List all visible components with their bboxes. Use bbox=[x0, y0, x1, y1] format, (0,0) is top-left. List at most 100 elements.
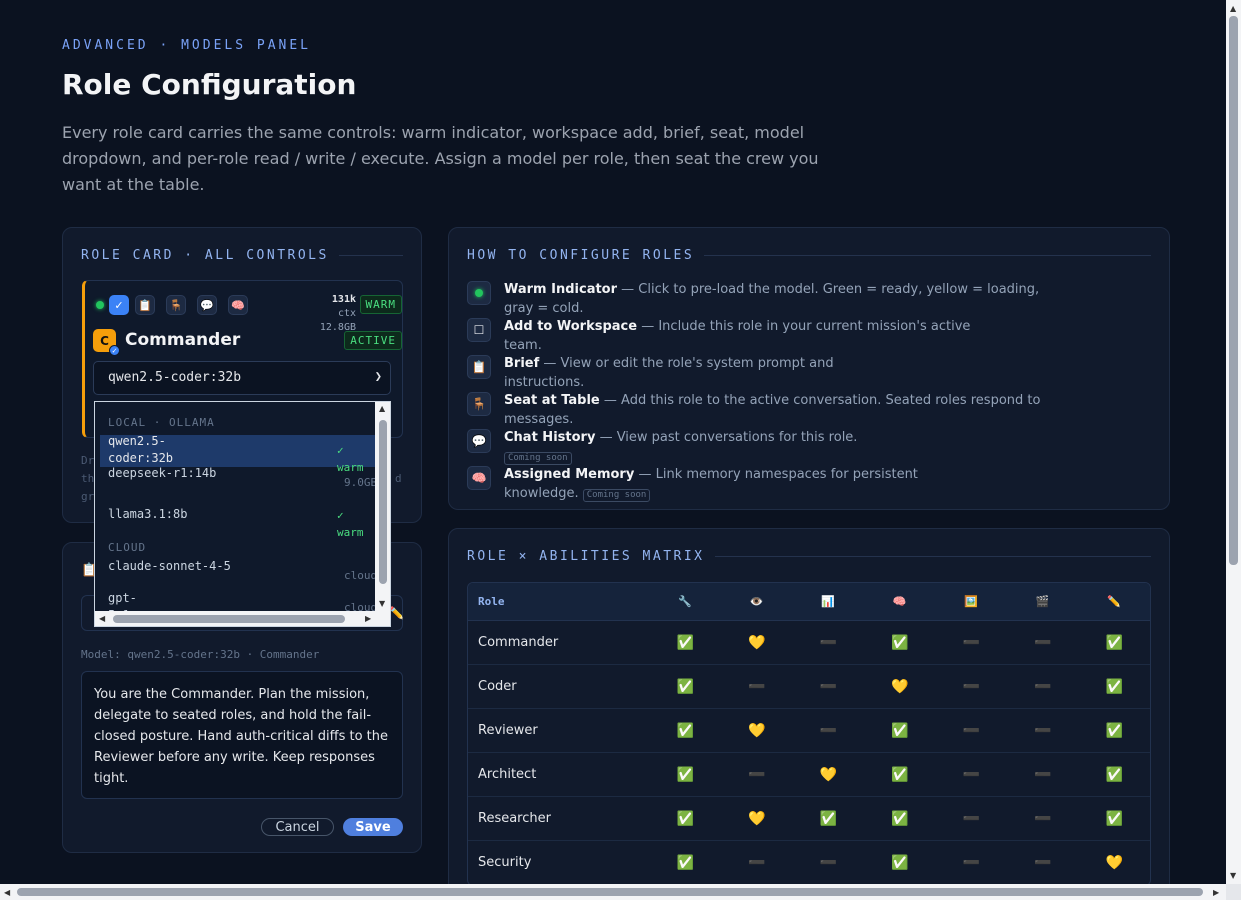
matrix-header-ability-icon: ✏️ bbox=[1107, 595, 1122, 608]
matrix-cell[interactable]: ✅ bbox=[650, 635, 722, 651]
scroll-down-icon[interactable]: ▼ bbox=[1230, 871, 1236, 880]
edit-icon[interactable]: ✏️ bbox=[389, 606, 404, 620]
matrix-cell[interactable]: ➖ bbox=[1007, 723, 1079, 739]
howto-name: Warm Indicator bbox=[504, 282, 618, 297]
howto-text: Assigned Memory — Link memory namespaces… bbox=[504, 465, 957, 503]
matrix-cell[interactable]: ✅ bbox=[864, 767, 936, 783]
matrix-cell[interactable]: ✅ bbox=[864, 811, 936, 827]
matrix-cell[interactable]: ➖ bbox=[1007, 679, 1079, 695]
matrix-cell[interactable]: ✅ bbox=[864, 723, 936, 739]
active-badge: ACTIVE bbox=[344, 331, 402, 350]
matrix-cell[interactable]: ➖ bbox=[1007, 811, 1079, 827]
matrix-cell[interactable]: 💛 bbox=[864, 679, 936, 695]
matrix-cell[interactable]: ➖ bbox=[936, 855, 1008, 871]
scrollbar-thumb[interactable] bbox=[113, 615, 345, 623]
option-llama[interactable]: llama3.1:8b bbox=[108, 506, 308, 523]
scroll-left-icon[interactable]: ◀ bbox=[99, 614, 105, 623]
matrix-cell[interactable]: ✅ bbox=[650, 723, 722, 739]
matrix-row: Researcher ✅ 💛 ✅ ✅ ➖ ➖ ✅ bbox=[468, 797, 1150, 841]
dropdown-vertical-scrollbar[interactable]: ▲ ▼ bbox=[375, 402, 390, 612]
matrix-cell[interactable]: ➖ bbox=[1007, 635, 1079, 651]
chevron-down-icon: ❯ bbox=[374, 369, 382, 383]
chat-history-button[interactable]: 💬 bbox=[197, 295, 217, 315]
brain-icon: 🧠 bbox=[467, 466, 491, 490]
model-select-value: qwen2.5-coder:32b bbox=[108, 370, 242, 385]
matrix-cell[interactable]: ➖ bbox=[793, 855, 865, 871]
warm-indicator-icon bbox=[467, 281, 491, 305]
seat-button[interactable]: 🪑 bbox=[166, 295, 186, 315]
dropdown-horizontal-scrollbar[interactable]: ◀ ▶ bbox=[95, 611, 376, 626]
matrix-cell[interactable]: ✅ bbox=[864, 855, 936, 871]
model-select[interactable]: qwen2.5-coder:32b ❯ bbox=[93, 361, 391, 395]
memory-button[interactable]: 🧠 bbox=[228, 295, 248, 315]
matrix-header-role: Role bbox=[478, 595, 505, 608]
matrix-cell[interactable]: ✅ bbox=[1079, 635, 1150, 651]
option-gpt[interactable]: gpt-5.1 bbox=[108, 590, 148, 612]
matrix-cell[interactable]: 💛 bbox=[721, 811, 793, 827]
matrix-cell[interactable]: 💛 bbox=[721, 635, 793, 651]
scrollbar-thumb[interactable] bbox=[1229, 16, 1238, 565]
group-cloud: CLOUD bbox=[108, 541, 147, 554]
brief-button[interactable]: 📋 bbox=[135, 295, 155, 315]
matrix-cell[interactable]: ✅ bbox=[650, 811, 722, 827]
scroll-right-icon[interactable]: ▶ bbox=[1213, 888, 1219, 897]
matrix-cell[interactable]: ➖ bbox=[936, 723, 1008, 739]
page-vertical-scrollbar[interactable]: ▲ ▼ bbox=[1226, 0, 1241, 884]
option-qwen[interactable]: qwen2.5-coder:32b bbox=[108, 433, 228, 467]
matrix-cell[interactable]: ✅ bbox=[793, 811, 865, 827]
scroll-left-icon[interactable]: ◀ bbox=[4, 888, 10, 897]
option-deepseek[interactable]: deepseek-r1:14b bbox=[108, 465, 228, 482]
howto-item-seat: 🪑 Seat at Table — Add this role to the a… bbox=[467, 391, 1047, 429]
scrollbar-thumb[interactable] bbox=[17, 888, 1203, 896]
brief-model-line: Model: qwen2.5-coder:32b · Commander bbox=[81, 648, 320, 661]
matrix-cell[interactable]: ➖ bbox=[936, 635, 1008, 651]
panel-title: ROLE × ABILITIES MATRIX bbox=[467, 549, 1151, 564]
howto-text: Add to Workspace — Include this role in … bbox=[504, 317, 987, 355]
model-dropdown-list[interactable]: LOCAL · OLLAMA qwen2.5-coder:32b ✓ warm … bbox=[94, 401, 391, 627]
matrix-cell[interactable]: ✅ bbox=[650, 767, 722, 783]
chair-icon: 🪑 bbox=[169, 298, 183, 312]
matrix-cell[interactable]: 💛 bbox=[793, 767, 865, 783]
matrix-cell[interactable]: ➖ bbox=[721, 679, 793, 695]
matrix-cell[interactable]: ➖ bbox=[793, 635, 865, 651]
scroll-up-icon[interactable]: ▲ bbox=[379, 404, 385, 413]
matrix-cell[interactable]: ✅ bbox=[650, 855, 722, 871]
check-icon: ✓ bbox=[114, 298, 124, 312]
matrix-cell[interactable]: ➖ bbox=[936, 811, 1008, 827]
matrix-role-name: Commander bbox=[478, 635, 559, 650]
page-horizontal-scrollbar[interactable]: ◀ ▶ bbox=[0, 884, 1226, 900]
brief-textarea[interactable]: You are the Commander. Plan the mission,… bbox=[81, 671, 403, 799]
option-claude[interactable]: claude-sonnet-4-5 bbox=[108, 558, 233, 575]
scroll-up-icon[interactable]: ▲ bbox=[1230, 4, 1236, 13]
matrix-role-name: Coder bbox=[478, 679, 517, 694]
save-button[interactable]: Save bbox=[343, 818, 403, 836]
matrix-cell[interactable]: ➖ bbox=[1007, 855, 1079, 871]
context-info: 131k ctx 12.8GB bbox=[320, 293, 356, 335]
matrix-cell[interactable]: ✅ bbox=[1079, 767, 1150, 783]
matrix-cell[interactable]: ➖ bbox=[1007, 767, 1079, 783]
matrix-cell[interactable]: ➖ bbox=[721, 855, 793, 871]
cancel-button[interactable]: Cancel bbox=[261, 818, 334, 836]
scroll-down-icon[interactable]: ▼ bbox=[379, 599, 385, 608]
howto-item-warm: Warm Indicator — Click to pre-load the m… bbox=[467, 280, 1047, 318]
avatar-letter: C bbox=[100, 333, 109, 348]
matrix-cell[interactable]: ✅ bbox=[1079, 811, 1150, 827]
matrix-cell[interactable]: ➖ bbox=[936, 767, 1008, 783]
matrix-cell[interactable]: ➖ bbox=[793, 679, 865, 695]
matrix-cell[interactable]: 💛 bbox=[1079, 855, 1150, 871]
matrix-cell[interactable]: ✅ bbox=[1079, 679, 1150, 695]
matrix-header-ability-icon: 👁️ bbox=[749, 595, 764, 608]
workspace-checkbox[interactable]: ✓ bbox=[109, 295, 129, 315]
matrix-row: Commander ✅ 💛 ➖ ✅ ➖ ➖ ✅ bbox=[468, 621, 1150, 665]
matrix-cell[interactable]: ➖ bbox=[936, 679, 1008, 695]
matrix-cell[interactable]: ✅ bbox=[1079, 723, 1150, 739]
matrix-cell[interactable]: ✅ bbox=[650, 679, 722, 695]
scrollbar-thumb[interactable] bbox=[379, 420, 387, 584]
scroll-right-icon[interactable]: ▶ bbox=[365, 614, 371, 623]
warm-indicator[interactable] bbox=[90, 295, 110, 315]
matrix-cell[interactable]: 💛 bbox=[721, 723, 793, 739]
matrix-cell[interactable]: ➖ bbox=[721, 767, 793, 783]
matrix-header-ability-icon: 🎬 bbox=[1035, 595, 1050, 608]
matrix-cell[interactable]: ✅ bbox=[864, 635, 936, 651]
matrix-cell[interactable]: ➖ bbox=[793, 723, 865, 739]
